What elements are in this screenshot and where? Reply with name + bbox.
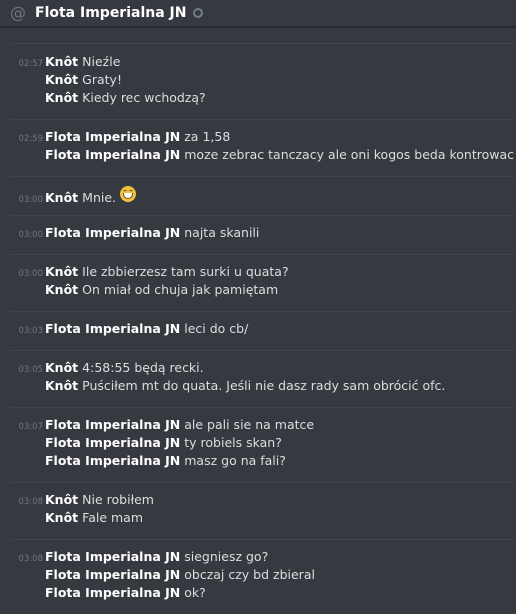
message-text: moze zebrac tanczacy ale oni kogos beda … xyxy=(184,147,514,162)
author-name[interactable]: Knôt xyxy=(45,190,78,205)
author-name[interactable]: Flota Imperialna JN xyxy=(45,417,180,432)
message[interactable]: Flota Imperialna JN ty robiels skan? xyxy=(10,435,514,453)
message-text: najta skanili xyxy=(184,225,260,240)
timestamp: 03:07 xyxy=(18,422,44,432)
author-name[interactable]: Flota Imperialna JN xyxy=(45,549,180,564)
message-text: ok? xyxy=(184,585,206,600)
status-icon xyxy=(193,8,204,18)
timestamp: 03:03 xyxy=(18,326,44,336)
message[interactable]: 03:00 Knôt Mnie. xyxy=(10,186,514,205)
author-name[interactable]: Flota Imperialna JN xyxy=(45,585,180,600)
message[interactable]: 03:08 Flota Imperialna JN siegniesz go? xyxy=(10,549,514,567)
message[interactable]: Knôt Graty! xyxy=(10,72,514,90)
message-text: Graty! xyxy=(82,72,122,87)
message-text: siegniesz go? xyxy=(184,549,269,564)
author-name[interactable]: Knôt xyxy=(45,378,78,393)
author-name[interactable]: Knôt xyxy=(45,492,78,507)
message-group: 03:05 Knôt 4:58:55 będą recki. Knôt Puściłem… xyxy=(10,350,514,407)
timestamp: 03:05 xyxy=(18,365,44,375)
message-text: 4:58:55 będą recki. xyxy=(82,360,204,375)
message-text: obczaj czy bd zbieral xyxy=(184,567,315,582)
message-list[interactable]: 02:57 Knôt Nieźle Knôt Graty! Knôt Kiedy rec w… xyxy=(0,27,516,614)
message-group: 03:00 Flota Imperialna JN najta skanili xyxy=(10,215,514,254)
message[interactable]: Flota Imperialna JN masz go na fali? xyxy=(10,453,514,471)
message[interactable]: 03:00 Flota Imperialna JN najta skanili xyxy=(10,225,514,243)
grinning-emoji-icon xyxy=(120,186,137,202)
message[interactable]: Flota Imperialna JN obczaj czy bd zbieral xyxy=(10,567,514,585)
message-group: 03:08 Flota Imperialna JN siegniesz go? Flo… xyxy=(10,539,514,614)
message-text: Puściłem mt do quata. Jeśli nie dasz rad… xyxy=(82,378,446,393)
message[interactable]: 03:08 Knôt Nie robiłem xyxy=(10,492,514,510)
author-name[interactable]: Flota Imperialna JN xyxy=(45,225,180,240)
at-icon: @ xyxy=(10,3,26,22)
author-name[interactable]: Knôt xyxy=(45,90,78,105)
author-name[interactable]: Flota Imperialna JN xyxy=(45,321,180,336)
author-name[interactable]: Flota Imperialna JN xyxy=(45,129,180,144)
message[interactable]: Knôt Puściłem mt do quata. Jeśli nie dasz… xyxy=(10,378,514,396)
message-group: 03:00 Knôt Mnie. xyxy=(10,176,514,215)
message-text: masz go na fali? xyxy=(184,453,286,468)
author-name[interactable]: Flota Imperialna JN xyxy=(45,147,180,162)
message[interactable]: 03:03 Flota Imperialna JN leci do cb/ xyxy=(10,321,514,339)
message-text: ale pali sie na matce xyxy=(184,417,315,432)
message-group: 03:00 Knôt Ile zbbierzesz tam surki u quat… xyxy=(10,254,514,311)
channel-title: Flota Imperialna JN xyxy=(35,5,187,21)
message-text: za 1,58 xyxy=(184,129,231,144)
author-name[interactable]: Flota Imperialna JN xyxy=(45,435,180,450)
author-name[interactable]: Knôt xyxy=(45,510,78,525)
message-text: Ile zbbierzesz tam surki u quata? xyxy=(82,264,289,279)
channel-header: @ Flota Imperialna JN xyxy=(0,0,516,27)
author-name[interactable]: Flota Imperialna JN xyxy=(45,453,180,468)
timestamp: 03:08 xyxy=(18,497,44,507)
message-text: Nie robiłem xyxy=(82,492,154,507)
author-name[interactable]: Knôt xyxy=(45,264,78,279)
message-text: On miał od chuja jak pamiętam xyxy=(82,282,279,297)
message[interactable]: Flota Imperialna JN moze zebrac tanczacy … xyxy=(10,147,514,165)
timestamp: 02:59 xyxy=(18,134,44,144)
message-text: Fale mam xyxy=(82,510,144,525)
message[interactable]: Knôt Kiedy rec wchodzą? xyxy=(10,90,514,108)
message-group: 03:07 Flota Imperialna JN ale pali sie na … xyxy=(10,407,514,482)
author-name[interactable]: Knôt xyxy=(45,54,78,69)
timestamp: 02:57 xyxy=(18,59,44,69)
message[interactable]: 02:59 Flota Imperialna JN za 1,58 xyxy=(10,129,514,147)
message-group: 02:59 Flota Imperialna JN za 1,58 Flota Imp… xyxy=(10,119,514,176)
timestamp: 03:00 xyxy=(18,269,44,279)
message[interactable]: 02:57 Knôt Nieźle xyxy=(10,54,514,72)
author-name[interactable]: Knôt xyxy=(45,282,78,297)
message[interactable]: Knôt Fale mam xyxy=(10,510,514,528)
message-text: ty robiels skan? xyxy=(184,435,282,450)
message[interactable]: 03:00 Knôt Ile zbbierzesz tam surki u quat… xyxy=(10,264,514,282)
timestamp: 03:00 xyxy=(18,195,44,205)
author-name[interactable]: Flota Imperialna JN xyxy=(45,567,180,582)
timestamp: 03:00 xyxy=(18,230,44,240)
author-name[interactable]: Knôt xyxy=(45,360,78,375)
timestamp: 03:08 xyxy=(18,554,44,564)
author-name[interactable]: Knôt xyxy=(45,72,78,87)
message-text: Nieźle xyxy=(82,54,121,69)
message[interactable]: Flota Imperialna JN ok? xyxy=(10,585,514,603)
message-group: 02:57 Knôt Nieźle Knôt Graty! Knôt Kiedy rec w… xyxy=(10,43,514,119)
message[interactable]: 03:05 Knôt 4:58:55 będą recki. xyxy=(10,360,514,378)
message-group: 03:08 Knôt Nie robiłem Knôt Fale mam xyxy=(10,482,514,539)
message[interactable]: 03:07 Flota Imperialna JN ale pali sie na … xyxy=(10,417,514,435)
message-text: leci do cb/ xyxy=(184,321,249,336)
message-text: Kiedy rec wchodzą? xyxy=(82,90,206,105)
message-text: Mnie. xyxy=(82,190,117,205)
message[interactable]: Knôt On miał od chuja jak pamiętam xyxy=(10,282,514,300)
message-group: 03:03 Flota Imperialna JN leci do cb/ xyxy=(10,311,514,350)
